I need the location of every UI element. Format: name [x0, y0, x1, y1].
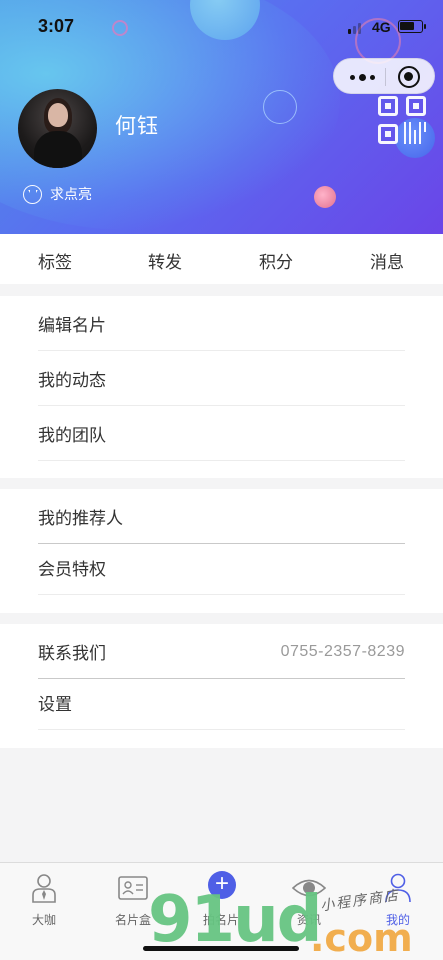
tab-messages[interactable]: 消息 — [370, 248, 404, 273]
menu-item-label: 设置 — [38, 695, 72, 714]
card-box-icon — [118, 876, 148, 900]
menu-group-profile: 编辑名片 我的动态 我的团队 — [0, 296, 443, 478]
tabbar-item-card-box[interactable]: 名片盒 — [93, 869, 173, 927]
menu-item-settings[interactable]: 设置 — [38, 675, 405, 730]
tab-tags[interactable]: 标签 — [38, 248, 72, 273]
divider — [38, 460, 405, 461]
divider — [38, 729, 405, 730]
avatar[interactable] — [18, 89, 97, 168]
status-bar: 3:07 4G — [0, 0, 443, 54]
tab-forward[interactable]: 转发 — [148, 248, 182, 273]
qr-code-icon[interactable] — [378, 96, 426, 144]
tabbar-item-mine[interactable]: 我的 — [358, 869, 438, 927]
capsule-divider — [385, 68, 386, 86]
battery-icon — [398, 20, 426, 33]
menu-item-edit-card[interactable]: 编辑名片 — [38, 296, 405, 351]
menu-item-contact-us[interactable]: 联系我们 0755-2357-8239 — [38, 624, 405, 679]
more-options-icon[interactable] — [346, 68, 382, 86]
menu-item-label: 我的团队 — [38, 426, 106, 445]
home-indicator — [143, 946, 299, 951]
tabbar-item-experts[interactable]: 大咖 — [4, 869, 84, 927]
tabbar-label: 拍名片 — [202, 913, 239, 927]
tabbar-label: 我的 — [385, 913, 410, 927]
plus-icon: + — [208, 871, 236, 899]
menu-item-label: 联系我们 — [38, 644, 106, 663]
miniprogram-capsule — [333, 58, 435, 94]
network-type: 4G — [372, 19, 391, 35]
menu-item-my-referrer[interactable]: 我的推荐人 — [38, 489, 405, 544]
stats-tabs: 标签 转发 积分 消息 — [0, 234, 443, 284]
tabbar-label: 名片盒 — [114, 913, 151, 927]
like-button[interactable]: 求点亮 — [23, 183, 92, 205]
status-time: 3:07 — [38, 16, 75, 36]
menu-item-my-team[interactable]: 我的团队 — [38, 406, 405, 461]
eye-icon — [292, 879, 326, 897]
contact-phone[interactable]: 0755-2357-8239 — [281, 643, 405, 661]
user-icon — [385, 873, 411, 903]
menu-item-member-privileges[interactable]: 会员特权 — [38, 540, 405, 595]
like-v-icon — [23, 184, 42, 204]
bubble-decoration — [314, 186, 336, 208]
menu-item-label: 编辑名片 — [38, 316, 106, 335]
profile-header: 3:07 4G 何钰 求点亮 — [0, 0, 443, 234]
tabbar-item-scan-card[interactable]: + 拍名片 — [181, 869, 261, 928]
tab-points[interactable]: 积分 — [259, 248, 293, 273]
person-tie-icon — [32, 874, 56, 903]
like-label: 求点亮 — [50, 186, 92, 202]
tabbar-label: 大咖 — [31, 913, 56, 927]
menu-item-label: 我的推荐人 — [38, 509, 123, 528]
tabbar-item-news[interactable]: 资讯 — [269, 869, 349, 927]
divider — [38, 594, 405, 595]
user-name: 何钰 — [115, 115, 159, 138]
menu-item-label: 会员特权 — [38, 560, 106, 579]
menu-item-label: 我的动态 — [38, 371, 106, 390]
signal-icon — [348, 22, 370, 34]
tabbar-label: 资讯 — [296, 913, 321, 927]
bubble-decoration — [263, 90, 297, 124]
close-miniprogram-icon[interactable] — [398, 66, 420, 88]
menu-group-support: 联系我们 0755-2357-8239 设置 — [0, 624, 443, 748]
menu-group-membership: 我的推荐人 会员特权 — [0, 489, 443, 613]
menu-item-my-moments[interactable]: 我的动态 — [38, 351, 405, 406]
